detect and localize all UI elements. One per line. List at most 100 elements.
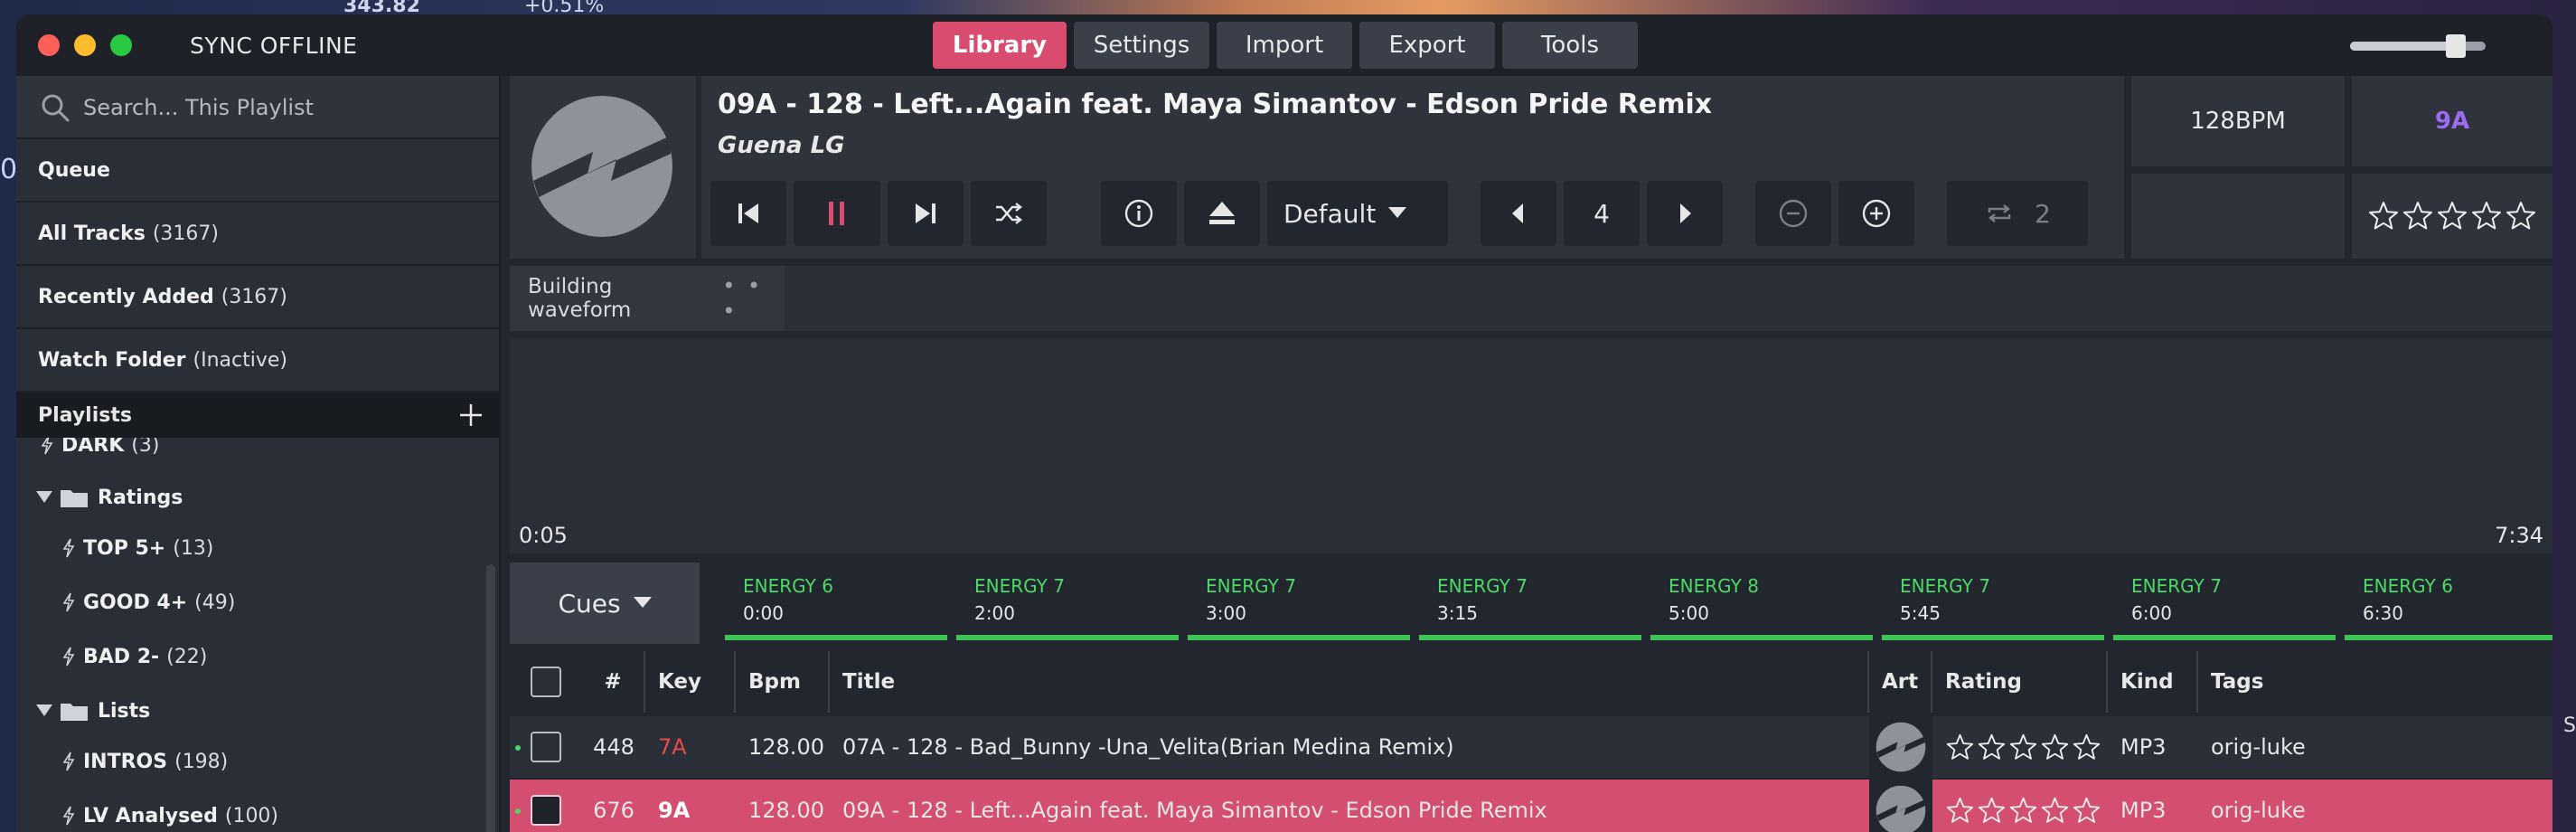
select-all-checkbox[interactable] [531, 667, 561, 697]
cue-pad[interactable]: ENERGY 6 6:30 [2345, 564, 2552, 640]
star-icon[interactable] [2436, 200, 2468, 232]
increase-button[interactable] [1838, 181, 1914, 246]
sidebar-item-all-tracks[interactable]: All Tracks (3167) [16, 203, 499, 266]
sidebar-item-label: Recently Added [38, 285, 214, 308]
star-icon[interactable] [2072, 733, 2101, 762]
volume-slider[interactable] [2350, 34, 2486, 58]
loop-button[interactable]: 2 [1947, 181, 2088, 246]
window-minimize-button[interactable] [74, 34, 96, 56]
tab-tools[interactable]: Tools [1502, 22, 1638, 69]
triangle-left-icon [1512, 203, 1523, 223]
nudge-left-button[interactable] [1481, 181, 1556, 246]
tab-settings[interactable]: Settings [1074, 22, 1209, 69]
star-icon[interactable] [2470, 200, 2503, 232]
playlist-intros[interactable]: INTROS (198) [61, 743, 228, 780]
star-icon[interactable] [2072, 796, 2101, 826]
chevron-down-icon[interactable] [36, 491, 52, 504]
column-header-bpm[interactable]: Bpm [736, 651, 830, 713]
star-icon[interactable] [2367, 200, 2400, 232]
sidebar-item-count: (3167) [221, 285, 287, 308]
waveform-overview[interactable]: Building waveform • • • [510, 266, 2552, 331]
column-header-rating[interactable]: Rating [1932, 651, 2108, 713]
column-header-key[interactable]: Key [645, 651, 736, 713]
row-rating[interactable] [1945, 780, 2108, 832]
playlist-top5[interactable]: TOP 5+ (13) [61, 530, 213, 566]
tab-export[interactable]: Export [1359, 22, 1495, 69]
column-header-kind[interactable]: Kind [2108, 651, 2198, 713]
playlist-scrollbar[interactable] [486, 564, 495, 832]
tab-library[interactable]: Library [933, 22, 1067, 69]
track-info-button[interactable] [1101, 181, 1177, 246]
row-checkbox[interactable] [531, 732, 561, 762]
star-icon[interactable] [2402, 200, 2434, 232]
window-close-button[interactable] [38, 34, 60, 56]
playlists-header-label: Playlists [38, 403, 132, 427]
playlist-bad2[interactable]: BAD 2- (22) [61, 638, 207, 675]
shuffle-button[interactable] [971, 181, 1047, 246]
playlist-dark[interactable]: DARK (3) [40, 438, 159, 463]
row-checkbox[interactable] [531, 795, 561, 826]
window-maximize-button[interactable] [110, 34, 132, 56]
column-header-number[interactable]: # [582, 651, 645, 713]
row-select[interactable] [510, 716, 582, 778]
preset-dropdown[interactable]: Default [1267, 181, 1448, 246]
row-select[interactable] [510, 780, 582, 832]
add-playlist-icon[interactable] [457, 402, 484, 429]
app-logo-icon [1876, 785, 1926, 832]
star-icon[interactable] [1945, 796, 1975, 826]
search-box [16, 76, 499, 139]
cue-pad[interactable]: ENERGY 7 3:15 [1419, 564, 1641, 640]
star-icon[interactable] [1945, 733, 1975, 762]
star-icon[interactable] [1977, 733, 2007, 762]
skip-next-icon [916, 203, 935, 223]
column-header-tags[interactable]: Tags [2198, 651, 2552, 713]
header-select-all[interactable] [510, 651, 582, 713]
table-row-selected[interactable]: 676 9A 128.00 09A - 128 - Left...Again f… [510, 780, 2552, 832]
tab-import[interactable]: Import [1217, 22, 1352, 69]
sidebar-item-watch-folder[interactable]: Watch Folder (Inactive) [16, 329, 499, 392]
next-track-button[interactable] [888, 181, 964, 246]
column-header-title[interactable]: Title [830, 651, 1869, 713]
waveform-display[interactable]: 0:05 7:34 [510, 338, 2552, 553]
cue-time: 2:00 [974, 602, 1015, 624]
cue-pad[interactable]: ENERGY 7 3:00 [1188, 564, 1410, 640]
column-header-art[interactable]: Art [1869, 651, 1932, 713]
rating-stars[interactable] [2367, 200, 2537, 232]
row-rating[interactable] [1945, 716, 2108, 778]
chevron-down-icon[interactable] [36, 704, 52, 717]
decrease-button[interactable] [1755, 181, 1831, 246]
folder-lists[interactable]: Lists [36, 693, 150, 729]
playlist-good4[interactable]: GOOD 4+ (49) [61, 584, 235, 620]
star-icon[interactable] [2008, 796, 2038, 826]
star-icon[interactable] [1977, 796, 2007, 826]
cue-pad[interactable]: ENERGY 7 2:00 [956, 564, 1179, 640]
cue-pad[interactable]: ENERGY 8 5:00 [1650, 564, 1873, 640]
rating-stars[interactable] [1945, 733, 2101, 762]
table-row[interactable]: 448 7A 128.00 07A - 128 - Bad_Bunny -Una… [510, 716, 2552, 778]
nudge-right-button[interactable] [1647, 181, 1723, 246]
star-icon[interactable] [2505, 200, 2537, 232]
deck-rating[interactable] [2352, 174, 2552, 259]
star-icon[interactable] [2008, 733, 2038, 762]
cue-label: ENERGY 7 [1437, 575, 1528, 597]
sidebar-item-queue[interactable]: Queue [16, 139, 499, 203]
cues-dropdown[interactable]: Cues [510, 563, 700, 644]
eject-button[interactable] [1184, 181, 1260, 246]
eject-icon [1209, 202, 1235, 224]
cue-pad[interactable]: ENERGY 6 0:00 [725, 564, 947, 640]
rating-stars[interactable] [1945, 796, 2101, 826]
star-icon[interactable] [2040, 796, 2070, 826]
sidebar-item-recently-added[interactable]: Recently Added (3167) [16, 266, 499, 329]
nudge-value: 4 [1564, 181, 1640, 246]
pause-button[interactable] [794, 181, 880, 246]
row-art [1869, 780, 1932, 832]
cue-pad[interactable]: ENERGY 7 5:45 [1882, 564, 2104, 640]
folder-ratings[interactable]: Ratings [36, 479, 183, 515]
cue-label: ENERGY 8 [1669, 575, 1759, 597]
playlist-lv-analysed[interactable]: LV Analysed (100) [61, 798, 278, 832]
cue-pad[interactable]: ENERGY 7 6:00 [2113, 564, 2336, 640]
star-icon[interactable] [2040, 733, 2070, 762]
volume-slider-thumb[interactable] [2446, 34, 2466, 58]
search-input[interactable] [83, 90, 481, 125]
previous-track-button[interactable] [710, 181, 786, 246]
